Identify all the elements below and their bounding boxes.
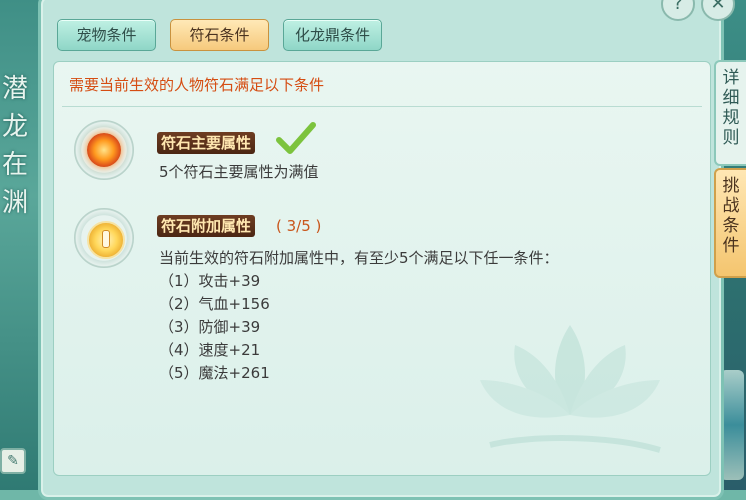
left-scenery: 潜龙在渊 ✎ [0, 0, 40, 490]
divider [62, 106, 702, 107]
tab-dragon-cauldron-conditions[interactable]: 化龙鼎条件 [283, 19, 382, 51]
main-rune-slot [74, 120, 134, 180]
extra-attribute-label: 符石附加属性 [157, 215, 256, 237]
main-attribute-description: 5个符石主要属性为满值 [159, 163, 319, 181]
gold-rune-icon [87, 221, 125, 259]
side-tab-challenge-conditions[interactable]: 挑战条件 [714, 168, 746, 278]
condition-item: （2）气血+156 [159, 295, 270, 313]
left-calligraphy: 潜龙在渊 [2, 74, 29, 218]
panel-heading: 需要当前生效的人物符石满足以下条件 [69, 76, 325, 94]
help-button[interactable]: ? [661, 0, 695, 21]
fire-rune-icon [87, 133, 121, 167]
check-icon [276, 122, 316, 154]
conditions-panel: 需要当前生效的人物符石满足以下条件 符石主要属性 5个符石主要属性为满值 符石附… [53, 61, 711, 476]
condition-item: （5）魔法+261 [159, 364, 270, 382]
condition-item: （3）防御+39 [159, 318, 261, 336]
main-attribute-label: 符石主要属性 [157, 132, 256, 154]
side-tab-detailed-rules[interactable]: 详细规则 [714, 60, 746, 166]
note-icon[interactable]: ✎ [0, 448, 26, 474]
condition-item: （4）速度+21 [159, 341, 261, 359]
extra-attribute-progress: ( 3/5 ) [276, 217, 322, 235]
conditions-window: ? ✕ 宠物条件 符石条件 化龙鼎条件 需要当前生效的人物符石满足以下条件 符石… [38, 0, 735, 500]
extra-attribute-description: 当前生效的符石附加属性中，有至少5个满足以下任一条件： [159, 249, 559, 267]
tab-rune-conditions[interactable]: 符石条件 [170, 19, 269, 51]
lotus-watermark-icon [480, 325, 661, 453]
tab-pet-conditions[interactable]: 宠物条件 [57, 19, 156, 51]
condition-item: （1）攻击+39 [159, 272, 261, 290]
extra-rune-slot [74, 208, 134, 268]
